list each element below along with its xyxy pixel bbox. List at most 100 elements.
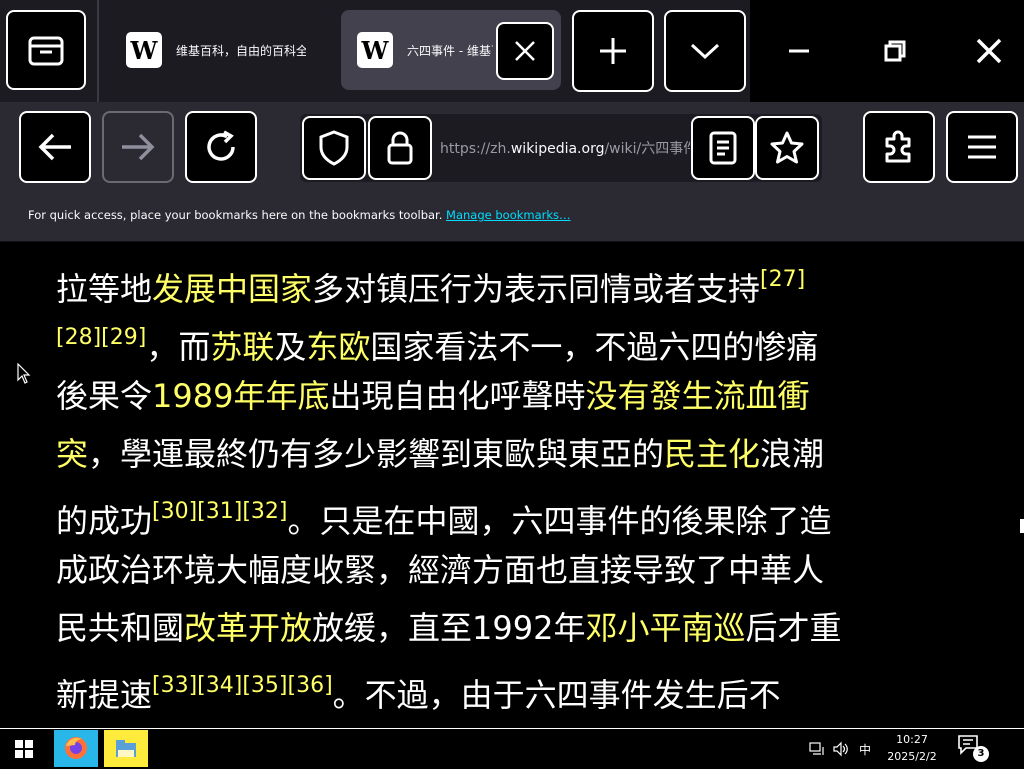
close-window-button[interactable] — [950, 10, 1024, 92]
bookmark-star-button[interactable] — [755, 116, 819, 180]
tab-title: 六四事件 - 维基百科 — [407, 43, 493, 58]
article-link[interactable]: 1989年年底 — [152, 377, 329, 415]
article-line: 突，學運最終仍有多少影響到東歐與東亞的民主化浪潮 — [56, 425, 976, 483]
windows-logo-icon — [15, 740, 33, 758]
article-text: 。不過，由于六四事件发生后不 — [332, 676, 781, 714]
article-line: 拉等地发展中国家多对镇压行为表示同情或者支持[27] — [56, 251, 976, 309]
arrow-right-icon — [122, 133, 155, 161]
article-link[interactable]: 邓小平南巡 — [585, 609, 745, 647]
citation-reference-link[interactable]: [28][29] — [56, 325, 146, 350]
close-tab-button[interactable] — [496, 22, 554, 80]
tab-bar: W 维基百科，自由的百科全书 W 六四事件 - 维基百科 — [0, 0, 1024, 102]
restore-icon — [884, 40, 906, 62]
citation-reference-link[interactable]: [30][31][32] — [152, 499, 287, 524]
windows-taskbar: 中 10:27 2025/2/2 3 — [0, 728, 1024, 768]
url-path: /wiki/六四事件 — [604, 141, 690, 157]
article-text: 拉等地 — [56, 270, 153, 308]
tab-title: 维基百科，自由的百科全书 — [176, 43, 306, 58]
url-prefix: https://zh. — [440, 141, 511, 157]
article-line: 民共和國改革开放放缓，直至1992年邓小平南巡后才重 — [56, 599, 976, 657]
article-line: [28][29]，而苏联及东欧国家看法不一，不過六四的惨痛 — [56, 309, 976, 367]
clock-time: 10:27 — [896, 733, 928, 746]
tracking-protection-button[interactable] — [302, 116, 366, 180]
network-tray-icon[interactable] — [806, 729, 828, 769]
firefox-icon — [65, 737, 87, 759]
restore-window-button[interactable] — [856, 10, 934, 92]
article-link[interactable]: 没有發生流血衝 — [585, 377, 809, 415]
url-domain: wikipedia.org — [510, 141, 605, 157]
new-tab-button[interactable] — [572, 10, 654, 92]
app-menu-button[interactable] — [946, 111, 1018, 183]
article-text: 民共和國 — [56, 609, 185, 647]
firefox-view-button[interactable] — [6, 10, 86, 90]
bookmarks-toolbar: For quick access, place your bookmarks h… — [0, 194, 1024, 242]
article-line: 後果令1989年年底出現自由化呼聲時没有發生流血衝 — [56, 367, 976, 425]
site-security-button[interactable] — [368, 116, 432, 180]
close-icon — [515, 41, 535, 61]
article-text: 放缓，直至1992年 — [312, 609, 586, 647]
list-all-tabs-button[interactable] — [664, 10, 746, 92]
article-text: 多对镇压行为表示同情或者支持 — [312, 270, 761, 308]
action-center-button[interactable]: 3 — [956, 733, 990, 765]
article-line: 新提速[33][34][35][36]。不過，由于六四事件发生后不 — [56, 657, 976, 715]
bookmarks-message-text: For quick access, place your bookmarks h… — [28, 208, 443, 222]
article-text: 后才重 — [745, 609, 842, 647]
article-link[interactable]: 突 — [56, 435, 88, 473]
reload-icon — [207, 130, 235, 161]
reader-view-icon — [709, 131, 737, 165]
article-text: ，而 — [146, 328, 211, 366]
reload-button[interactable] — [185, 111, 257, 183]
mouse-cursor-icon — [17, 363, 31, 384]
page-content: 拉等地发展中国家多对镇压行为表示同情或者支持[27] [28][29]，而苏联及东… — [0, 243, 1024, 727]
scrollbar-thumb[interactable] — [1020, 519, 1024, 533]
forward-button[interactable] — [102, 111, 174, 183]
puzzle-piece-icon — [885, 130, 911, 163]
minimize-window-button[interactable] — [760, 10, 838, 92]
article-text: 新提速 — [56, 676, 153, 714]
hamburger-menu-icon — [968, 135, 996, 159]
wikipedia-favicon-icon: W — [357, 32, 393, 68]
article-link[interactable]: 苏联 — [210, 328, 274, 366]
chevron-down-icon — [690, 43, 720, 60]
arrow-left-icon — [38, 133, 71, 161]
wikipedia-favicon-icon: W — [126, 32, 162, 68]
clock-date: 2025/2/2 — [887, 750, 937, 763]
article-text: 及 — [274, 328, 307, 366]
citation-reference-link[interactable]: [33][34][35][36] — [152, 673, 333, 698]
reader-view-button[interactable] — [691, 116, 755, 180]
article-link[interactable]: 东欧 — [306, 328, 370, 366]
article-link[interactable]: 改革开放 — [184, 609, 312, 647]
article-text: 国家看法不一，不過六四的惨痛 — [370, 328, 819, 366]
citation-reference-link[interactable]: [27] — [760, 267, 805, 292]
extensions-button[interactable] — [863, 111, 935, 183]
shield-icon — [319, 130, 349, 166]
article-text: 的成功 — [56, 502, 153, 540]
article-text: 浪潮 — [760, 435, 825, 473]
volume-tray-icon[interactable] — [830, 729, 852, 769]
article-link[interactable]: 发展中国家 — [152, 270, 312, 308]
article-line: 的成功[30][31][32]。只是在中國，六四事件的後果除了造 — [56, 483, 976, 541]
article-text: 。只是在中國，六四事件的後果除了造 — [287, 502, 832, 540]
start-button[interactable] — [0, 729, 48, 769]
article-text: 出現自由化呼聲時 — [329, 377, 586, 415]
input-method-indicator[interactable]: 中 — [854, 729, 876, 769]
back-button[interactable] — [19, 111, 91, 183]
minimize-icon — [789, 49, 809, 53]
taskbar-clock[interactable]: 10:27 2025/2/2 — [876, 731, 948, 765]
taskbar-file-explorer-button[interactable] — [104, 730, 148, 767]
taskbar-firefox-button[interactable] — [54, 730, 98, 767]
manage-bookmarks-link[interactable]: Manage bookmarks… — [446, 208, 571, 222]
article-link[interactable]: 民主化 — [664, 435, 760, 473]
plus-icon — [600, 38, 626, 64]
article-text: 後果令 — [56, 377, 153, 415]
close-icon — [976, 38, 1002, 64]
speaker-icon — [833, 741, 848, 757]
firefox-view-icon — [28, 36, 64, 66]
tab-wikipedia-home[interactable]: W 维基百科，自由的百科全书 — [110, 10, 336, 90]
url-text[interactable]: https://zh.wikipedia.org/wiki/六四事件 — [440, 138, 690, 158]
tab-separator — [97, 0, 99, 102]
network-icon — [809, 742, 824, 755]
article-text: ，學運最終仍有多少影響到東歐與東亞的 — [88, 435, 665, 473]
bookmarks-toolbar-message: For quick access, place your bookmarks h… — [28, 208, 571, 222]
lock-icon — [387, 131, 413, 165]
